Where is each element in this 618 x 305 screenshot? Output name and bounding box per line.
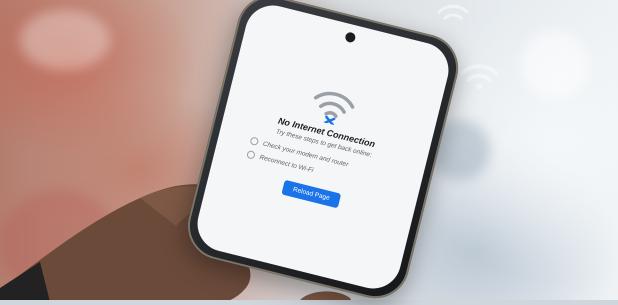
circle-check-icon [249, 136, 260, 147]
camera-notch [344, 31, 357, 44]
bokeh-light [20, 10, 110, 70]
wifi-icon [459, 64, 499, 90]
wifi-off-icon [313, 91, 355, 126]
reload-page-button[interactable]: Reload Page [281, 179, 342, 209]
bokeh-light [520, 30, 590, 100]
circle-check-icon [246, 149, 256, 160]
no-connection-panel: No Internet Connection Try these steps t… [209, 64, 439, 227]
wifi-icon [437, 4, 469, 20]
